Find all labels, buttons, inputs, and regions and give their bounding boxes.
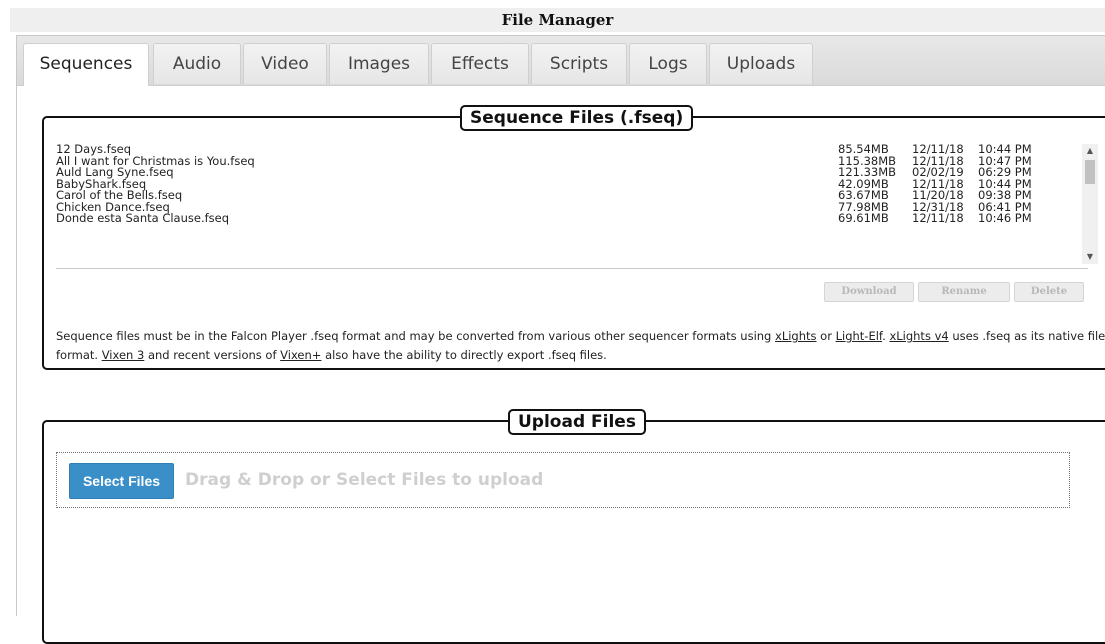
upload-dropzone[interactable]: Select Files Drag & Drop or Select Files… [56,452,1070,508]
note-text: and recent versions of [144,348,281,362]
xlights-link[interactable]: xLights [775,329,817,343]
file-size: 69.61MB [838,211,889,225]
note-text: Sequence files must be in the Falcon Pla… [56,329,776,343]
file-row[interactable]: Donde esta Santa Clause.fseq 69.61MB 12/11… [56,211,1088,225]
vixen-3-link[interactable]: Vixen 3 [102,348,145,362]
scroll-up-icon[interactable]: ▲ [1082,144,1098,158]
sequence-files-legend: Sequence Files (.fseq) [460,105,694,131]
note-text: also have the ability to directly export… [321,348,607,362]
tab-logs[interactable]: Logs [629,43,707,84]
tab-images[interactable]: Images [329,43,429,84]
delete-button[interactable]: Delete [1014,282,1084,302]
drop-hint-text: Drag & Drop or Select Files to upload [185,470,544,490]
format-note: Sequence files must be in the Falcon Pla… [56,327,1105,365]
tab-strip: Sequences Audio Video Images Effects Scr… [17,36,1105,86]
sequence-files-panel: Sequence Files (.fseq) 12 Days.fseq 85.54… [42,105,1105,370]
tab-uploads[interactable]: Uploads [709,43,813,84]
download-button[interactable]: Download [824,282,914,302]
sequence-file-list[interactable]: 12 Days.fseq 85.54MB 12/11/18 10:44 PM All I… [56,143,1098,269]
tab-scripts[interactable]: Scripts [531,43,627,84]
xlights-v4-link[interactable]: xLights v4 [889,329,948,343]
file-time: 10:46 PM [978,211,1032,225]
vixen-plus-link[interactable]: Vixen+ [280,348,321,362]
tab-audio[interactable]: Audio [153,43,241,84]
file-list-scrollbar[interactable]: ▲ ▼ [1082,144,1098,264]
tab-sequences[interactable]: Sequences [23,43,149,86]
tab-effects[interactable]: Effects [431,43,529,84]
window-title: File Manager [10,8,1105,32]
select-files-button[interactable]: Select Files [69,463,174,499]
upload-files-legend: Upload Files [508,409,646,435]
upload-files-panel: Upload Files Select Files Drag & Drop or… [42,409,1105,644]
note-text: or [816,329,836,343]
file-date: 12/11/18 [912,211,964,225]
rename-button[interactable]: Rename [918,282,1010,302]
light-elf-link[interactable]: Light-Elf [836,329,883,343]
scroll-down-icon[interactable]: ▼ [1082,250,1098,264]
file-name: Donde esta Santa Clause.fseq [56,211,230,225]
scroll-thumb[interactable] [1085,160,1095,184]
tab-video[interactable]: Video [243,43,327,84]
